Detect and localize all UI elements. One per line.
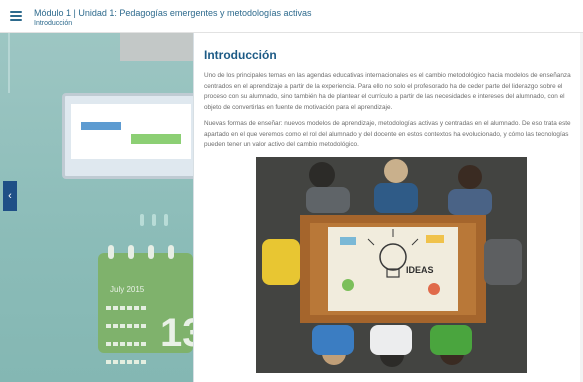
monitor-illustration	[62, 93, 193, 179]
decorative-bars	[140, 213, 190, 243]
calendar-rings	[108, 245, 188, 259]
section-subtitle: Introducción	[34, 20, 73, 27]
screen-bar	[81, 122, 121, 130]
monitor-screen	[71, 104, 191, 159]
screen-bar	[131, 134, 181, 144]
students-table-photo: IDEAS	[256, 157, 527, 373]
module-title: Módulo 1 | Unidad 1: Pedagogías emergent…	[34, 8, 312, 18]
background-shape	[120, 33, 193, 61]
ideas-label: IDEAS	[406, 265, 434, 275]
background-illustration: July 2015 13	[0, 33, 193, 382]
chevron-left-icon[interactable]: ‹	[3, 181, 17, 211]
second-paragraph: Nuevas formas de enseñar: nuevos modelos…	[204, 120, 571, 148]
content-panel: Introducción Uno de los principales tema…	[193, 33, 583, 382]
intro-paragraph: Uno de los principales temas en las agen…	[204, 72, 571, 111]
calendar-grid	[106, 299, 156, 364]
hamburger-menu-icon[interactable]	[10, 11, 22, 21]
calendar-month: July 2015	[110, 285, 145, 294]
calendar-day: 13	[160, 311, 193, 355]
background-line	[8, 33, 10, 93]
page-title: Introducción	[204, 48, 277, 62]
top-bar: Módulo 1 | Unidad 1: Pedagogías emergent…	[0, 0, 583, 33]
